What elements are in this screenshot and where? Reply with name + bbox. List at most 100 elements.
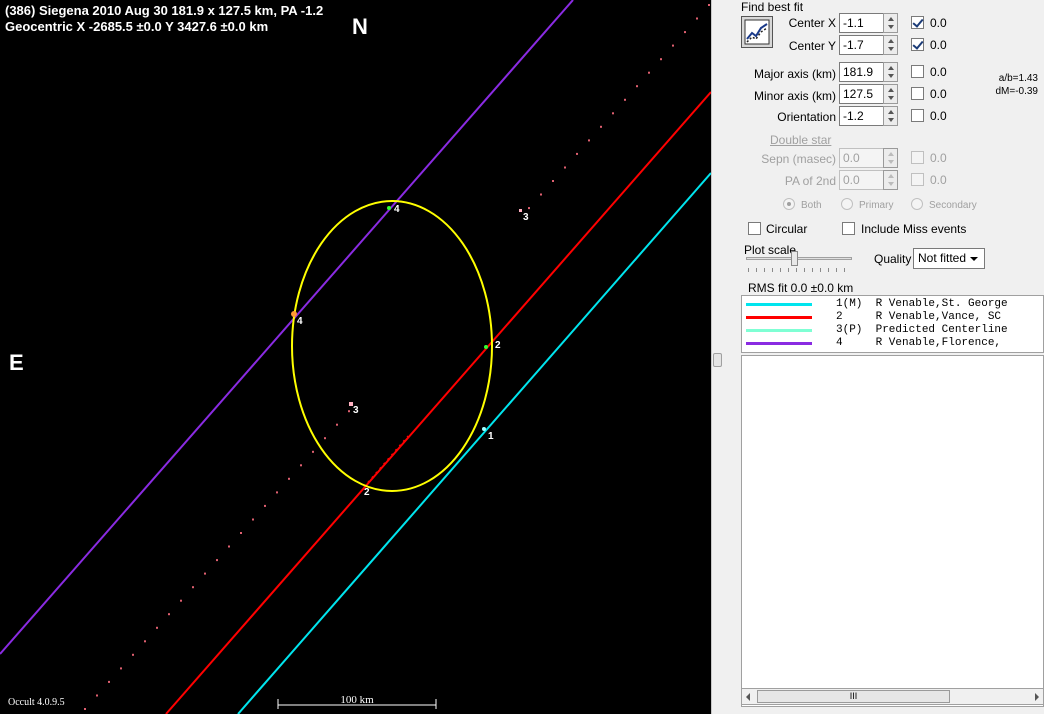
chord-3-dot — [168, 613, 170, 616]
scroll-right-icon[interactable] — [1035, 693, 1039, 701]
chord-3-dot — [156, 626, 158, 629]
include-miss-checkbox[interactable] — [842, 222, 855, 235]
marker-3-top — [519, 209, 522, 212]
center-x-stepper[interactable] — [883, 13, 898, 33]
legend-text-1: 1(M) R Venable,St. George — [836, 298, 1008, 310]
chord-3-dot — [312, 450, 314, 453]
minor-axis-field[interactable]: 127.5 — [839, 84, 884, 104]
observations-list[interactable] — [741, 355, 1044, 707]
chord-3-dot — [684, 31, 686, 34]
chord-3-dot — [336, 423, 338, 426]
chord-3-dot — [612, 112, 614, 115]
major-axis-field[interactable]: 181.9 — [839, 62, 884, 82]
minor-axis-checkbox[interactable] — [911, 87, 924, 100]
north-label: N — [352, 14, 368, 39]
sepn-field[interactable]: 0.0 — [839, 148, 884, 168]
center-y-checkbox[interactable] — [911, 38, 924, 51]
plot-geocentric: Geocentric X -2685.5 ±0.0 Y 3427.6 ±0.0 … — [5, 19, 269, 34]
minor-axis-stepper[interactable] — [883, 84, 898, 104]
center-x-step: 0.0 — [930, 16, 947, 30]
legend-line-2 — [746, 316, 812, 319]
axis-ratio: a/b=1.43 — [998, 73, 1038, 84]
chord-3-dot — [84, 708, 86, 710]
orientation-step: 0.0 — [930, 109, 947, 123]
occultation-plot[interactable]: (386) Siegena 2010 Aug 30 181.9 x 127.5 … — [0, 0, 711, 714]
sepn-stepper[interactable] — [883, 148, 898, 168]
plot-scale-track[interactable] — [746, 257, 852, 260]
splitter-grip[interactable] — [713, 353, 722, 367]
legend-line-4 — [746, 342, 812, 345]
orientation-field[interactable]: -1.2 — [839, 106, 884, 126]
chord-3-dot — [588, 139, 590, 142]
major-axis-checkbox[interactable] — [911, 65, 924, 78]
rms-fit-label: RMS fit 0.0 ±0.0 km — [748, 281, 854, 295]
sepn-checkbox[interactable] — [911, 151, 924, 164]
chord-1-line — [237, 172, 711, 714]
chord-2-line — [165, 91, 711, 714]
center-y-stepper[interactable] — [883, 35, 898, 55]
radio-both-label: Both — [801, 200, 822, 211]
quality-dropdown[interactable]: Not fitted — [913, 248, 985, 269]
pa2nd-stepper[interactable] — [883, 170, 898, 190]
fitted-ellipse — [291, 200, 493, 492]
chord-3-dot — [300, 464, 302, 467]
plot-scale-slider[interactable] — [791, 251, 798, 266]
chord-3-dot — [540, 193, 542, 196]
list-horizontal-scrollbar[interactable]: III — [741, 688, 1044, 705]
scroll-thumb[interactable]: III — [757, 690, 950, 703]
chord-legend[interactable]: 1(M) R Venable,St. George 2 R Venable,Va… — [741, 295, 1044, 353]
chord-3-dot — [108, 680, 110, 683]
chord-3-dot — [252, 518, 254, 521]
radio-secondary[interactable] — [911, 198, 923, 210]
chord-3-dot — [552, 180, 554, 182]
chord-label-4-left: 4 — [297, 316, 303, 327]
legend-row-4[interactable]: 4 R Venable,Florence, — [742, 337, 1043, 349]
legend-row-1[interactable]: 1(M) R Venable,St. George — [742, 298, 1043, 310]
pa2nd-field[interactable]: 0.0 — [839, 170, 884, 190]
major-axis-step: 0.0 — [930, 65, 947, 79]
double-star-link[interactable]: Double star — [770, 133, 831, 147]
scroll-left-icon[interactable] — [746, 693, 750, 701]
sepn-step: 0.0 — [930, 151, 947, 165]
legend-row-2[interactable]: 2 R Venable,Vance, SC — [742, 311, 1043, 323]
orientation-checkbox[interactable] — [911, 109, 924, 122]
chord-4-line — [0, 0, 574, 655]
chord-3-dot — [132, 653, 134, 656]
chord-3-dot — [348, 410, 350, 413]
chord-3-dot — [144, 640, 146, 643]
major-axis-stepper[interactable] — [883, 62, 898, 82]
orientation-stepper[interactable] — [883, 106, 898, 126]
plot-scale-ticks — [748, 268, 852, 272]
marker-1 — [482, 427, 486, 431]
marker-2-right — [484, 345, 488, 349]
major-axis-label: Major axis (km) — [753, 67, 836, 81]
legend-text-4: 4 R Venable,Florence, — [836, 337, 1002, 349]
chord-3-dot — [288, 477, 290, 480]
center-x-checkbox[interactable] — [911, 16, 924, 29]
center-y-field[interactable]: -1.7 — [839, 35, 884, 55]
chord-3-dotted-line — [84, 4, 710, 710]
center-x-field[interactable]: -1.1 — [839, 13, 884, 33]
chord-3-dot — [564, 166, 566, 169]
pa2nd-checkbox[interactable] — [911, 173, 924, 186]
chord-3-dot — [708, 4, 710, 6]
scale-label: 100 km — [340, 694, 374, 706]
legend-row-3[interactable]: 3(P) Predicted Centerline — [742, 324, 1043, 336]
radio-primary[interactable] — [841, 198, 853, 210]
east-label: E — [9, 350, 24, 375]
plot-canvas — [0, 0, 711, 714]
find-best-fit-label: Find best fit — [741, 0, 804, 14]
chord-3-dot — [576, 152, 578, 155]
fit-control-panel: Find best fit Center X -1.1 0.0 Center Y… — [724, 0, 1044, 714]
radio-both[interactable] — [783, 198, 795, 210]
chord-label-4-top: 4 — [394, 204, 400, 215]
splitter-scrollbar[interactable] — [711, 0, 723, 714]
chord-3-dot — [120, 667, 122, 670]
chord-3-dot — [192, 586, 194, 589]
legend-text-3: 3(P) Predicted Centerline — [836, 324, 1008, 336]
chord-3-dot — [600, 125, 602, 128]
circular-checkbox[interactable] — [748, 222, 761, 235]
chord-3-dot — [636, 85, 638, 88]
chord-3-dot — [528, 207, 530, 210]
minor-axis-step: 0.0 — [930, 87, 947, 101]
